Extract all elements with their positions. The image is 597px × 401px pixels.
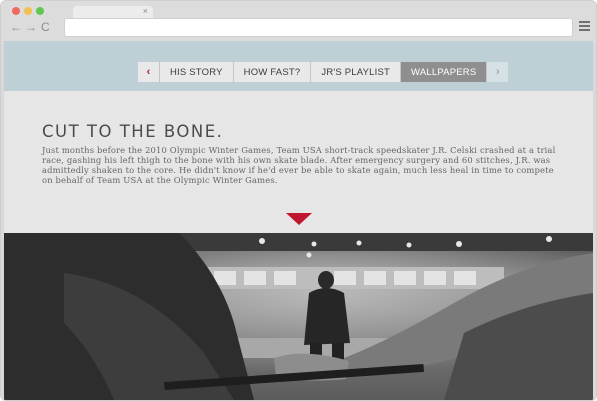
maximize-window-button[interactable] [36, 7, 44, 15]
browser-chrome: × ← → C [1, 1, 596, 41]
section-tabs: ‹ HIS STORY HOW FAST? JR'S PLAYLIST WALL… [138, 62, 509, 82]
article-body: Just months before the 2010 Olympic Wint… [42, 145, 556, 185]
forward-arrow-icon[interactable]: → [25, 20, 37, 34]
tab-how-fast[interactable]: HOW FAST? [233, 62, 312, 82]
address-bar[interactable] [64, 18, 573, 37]
tab-close-icon[interactable]: × [143, 5, 148, 18]
tab-jrs-playlist[interactable]: JR'S PLAYLIST [311, 62, 402, 82]
hero-photo [4, 233, 593, 400]
skating-photo-image [4, 233, 593, 400]
hamburger-menu-icon[interactable] [579, 21, 590, 32]
close-window-button[interactable] [12, 7, 20, 15]
article-headline: CUT TO THE BONE. [42, 122, 224, 141]
previous-arrow-button[interactable]: ‹ [138, 62, 160, 82]
scroll-down-arrow-icon[interactable] [286, 213, 312, 225]
minimize-window-button[interactable] [24, 7, 32, 15]
back-arrow-icon[interactable]: ← [10, 20, 22, 34]
tab-wallpapers[interactable]: WALLPAPERS [401, 62, 488, 82]
next-arrow-button[interactable]: › [487, 62, 509, 82]
tab-his-story[interactable]: HIS STORY [160, 62, 234, 82]
navigation-band: ‹ HIS STORY HOW FAST? JR'S PLAYLIST WALL… [4, 41, 593, 91]
browser-window: × ← → C ‹ HIS STORY HOW FAST? JR'S PLAYL… [0, 0, 597, 401]
web-page: ‹ HIS STORY HOW FAST? JR'S PLAYLIST WALL… [4, 41, 593, 400]
reload-icon[interactable]: C [41, 20, 50, 34]
